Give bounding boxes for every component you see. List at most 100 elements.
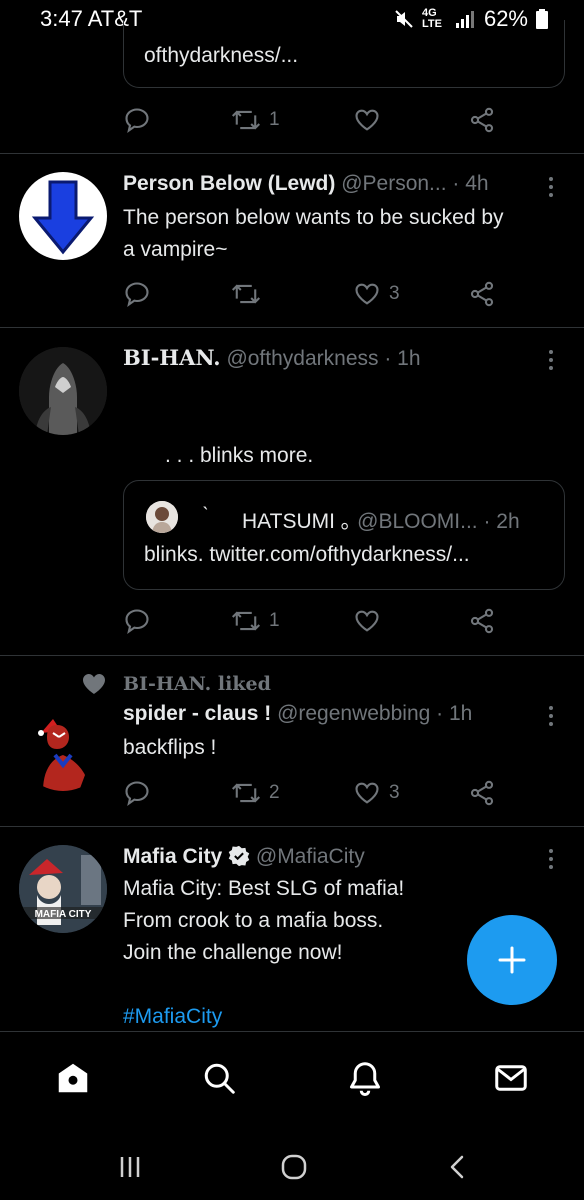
avatar[interactable] <box>19 172 107 260</box>
tweet-divider <box>0 655 584 656</box>
tweet-text-line: The person below wants to be sucked by <box>123 206 504 229</box>
hashtag-link[interactable]: #MafiaCity <box>123 1001 404 1030</box>
tweet-actions: 2 3 <box>123 779 503 811</box>
quoted-tweet-text: blinks. twitter.com/ofthydarkness/... <box>144 543 470 566</box>
down-arrow-icon <box>31 180 95 255</box>
more-vertical-icon[interactable] <box>547 349 555 371</box>
tweet-divider <box>0 153 584 154</box>
quoted-tweet-card[interactable]: ˴ HATSUMI ｡ @BLOOMI... · 2h blinks. twit… <box>123 480 565 590</box>
like-button[interactable] <box>353 607 381 635</box>
share-icon <box>470 780 494 806</box>
quoted-timestamp: · 2h <box>483 510 520 533</box>
more-vertical-icon[interactable] <box>547 176 555 198</box>
quoted-tweet-card[interactable]: ofthydarkness/... <box>123 20 565 88</box>
tweet-text-line: Join the challenge now! <box>123 941 343 964</box>
reply-icon <box>125 108 149 133</box>
share-button[interactable] <box>468 607 496 635</box>
retweet-button[interactable]: 1 <box>231 106 280 134</box>
tab-home[interactable] <box>53 1058 93 1098</box>
display-name[interactable]: Person Below (Lewd) <box>123 172 335 195</box>
user-handle[interactable]: @MafiaCity <box>256 845 365 868</box>
avatar[interactable] <box>19 703 107 791</box>
tweet-timestamp[interactable]: · 4h <box>452 172 488 195</box>
like-count: 3 <box>389 782 400 803</box>
tweet-text: . . . blinks more. <box>165 444 314 467</box>
tweet-text-line: a vampire~ <box>123 238 228 261</box>
display-name[interactable]: spider - claus ! <box>123 702 271 725</box>
user-handle[interactable]: @regenwebbing <box>277 702 430 725</box>
share-button[interactable] <box>468 779 496 807</box>
tweet-actions: 1 <box>123 106 503 138</box>
plus-icon <box>498 946 526 974</box>
heart-icon <box>355 782 379 804</box>
quoted-user-handle: @BLOOMI... <box>357 510 478 533</box>
avatar-image <box>146 501 178 533</box>
tab-notifications[interactable] <box>345 1058 385 1098</box>
share-icon <box>470 107 494 133</box>
tweet-divider <box>0 327 584 328</box>
system-nav-bar <box>0 1121 584 1200</box>
verified-badge-icon <box>228 845 250 867</box>
reply-icon <box>125 609 149 634</box>
reply-button[interactable] <box>123 779 151 807</box>
mail-icon <box>495 1065 527 1091</box>
like-count: 3 <box>389 283 400 304</box>
avatar[interactable] <box>19 347 107 435</box>
more-vertical-icon[interactable] <box>547 705 555 727</box>
search-icon <box>204 1063 235 1094</box>
home-icon <box>58 1063 88 1093</box>
display-name[interactable]: BI-HAN. <box>123 345 221 370</box>
tab-search[interactable] <box>199 1058 239 1098</box>
tab-messages[interactable] <box>491 1058 531 1098</box>
heart-icon <box>355 109 379 131</box>
tweet-text: backflips ! <box>123 736 217 759</box>
share-button[interactable] <box>468 106 496 134</box>
reply-button[interactable] <box>123 607 151 635</box>
avatar-logo-text: MAFIA CITY <box>35 909 92 920</box>
timeline-feed[interactable]: ofthydarkness/... 1 Person Below (Lewd) … <box>0 0 584 1030</box>
tweet-text: Mafia City: Best SLG of mafia! From croo… <box>123 873 404 1030</box>
heart-icon <box>355 283 379 305</box>
tweet-text-line: From crook to a mafia boss. <box>123 909 384 932</box>
reply-icon <box>125 282 149 307</box>
home-nav-button[interactable] <box>274 1147 314 1187</box>
quoted-tweet-text: ofthydarkness/... <box>144 44 299 67</box>
retweet-button[interactable]: 2 <box>231 779 280 807</box>
share-button[interactable] <box>468 280 496 308</box>
tweet-text-line: Mafia City: Best SLG of mafia! <box>123 877 405 900</box>
retweet-icon <box>231 110 261 130</box>
bottom-tab-bar <box>0 1031 584 1121</box>
bell-icon <box>350 1062 380 1096</box>
display-name[interactable]: Mafia City <box>123 845 222 868</box>
user-handle[interactable]: @ofthydarkness <box>226 347 378 370</box>
retweet-button[interactable]: 1 <box>231 607 280 635</box>
back-nav-button[interactable] <box>438 1147 478 1187</box>
like-button[interactable]: 3 <box>353 779 400 807</box>
reply-button[interactable] <box>123 106 151 134</box>
recent-apps-button[interactable] <box>110 1147 150 1187</box>
avatar[interactable]: MAFIA CITY <box>19 845 107 933</box>
recent-apps-icon <box>120 1157 140 1177</box>
tweet-actions: 3 <box>123 280 503 312</box>
quoted-display-name: HATSUMI ｡ <box>242 510 352 533</box>
like-button[interactable]: 3 <box>353 280 400 308</box>
retweet-count: 2 <box>269 782 280 803</box>
social-context[interactable]: BI-HAN. liked <box>123 673 271 695</box>
home-circle-icon <box>281 1154 307 1180</box>
quoted-name-prefix: ˴ <box>202 495 209 517</box>
tweet-actions: 1 <box>123 607 503 639</box>
liked-heart-icon <box>83 674 105 694</box>
reply-button[interactable] <box>123 280 151 308</box>
more-vertical-icon[interactable] <box>547 848 555 870</box>
like-button[interactable] <box>353 106 381 134</box>
retweet-icon <box>231 783 261 803</box>
avatar-image <box>19 347 107 435</box>
retweet-button[interactable] <box>231 280 261 308</box>
tweet-timestamp[interactable]: · 1h <box>384 347 420 370</box>
compose-tweet-button[interactable] <box>467 915 557 1005</box>
avatar-image <box>19 703 107 791</box>
heart-icon <box>355 610 379 632</box>
quoted-avatar <box>146 501 178 533</box>
user-handle[interactable]: @Person... <box>341 172 446 195</box>
tweet-timestamp[interactable]: · 1h <box>436 702 472 725</box>
